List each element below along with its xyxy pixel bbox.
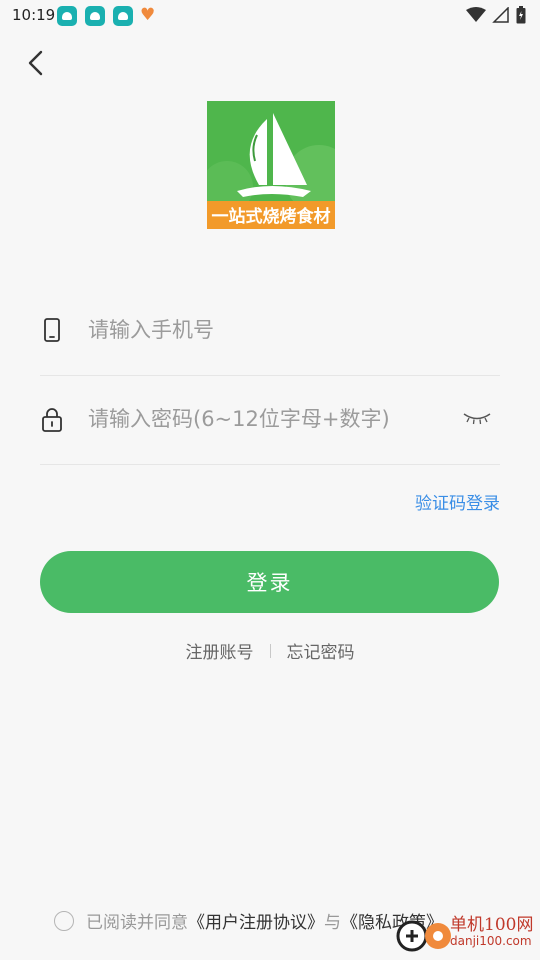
status-bar: 10:19 ♥ [0, 0, 540, 32]
wifi-icon [466, 7, 486, 22]
watermark: 单机100网 danji100.com [394, 902, 534, 958]
phone-field-row [40, 286, 500, 376]
system-status-icons [466, 6, 526, 24]
notification-app-icon [113, 6, 133, 26]
code-login-link[interactable]: 验证码登录 [415, 489, 500, 514]
eye-closed-icon[interactable] [462, 409, 492, 427]
link-divider [269, 643, 271, 658]
password-input[interactable] [88, 397, 448, 441]
phone-input[interactable] [88, 308, 448, 352]
agreement-conjunction: 与 [324, 913, 341, 933]
secondary-links: 注册账号 忘记密码 [0, 638, 540, 663]
phone-icon [44, 318, 60, 342]
agreement-row: 已阅读并同意 《用户注册协议》 与 《隐私政策》 [54, 908, 443, 933]
watermark-logo-icon [396, 920, 451, 952]
status-time: 10:19 [12, 6, 56, 24]
notification-app-icon [85, 6, 105, 26]
user-agreement-link[interactable]: 《用户注册协议》 [188, 908, 324, 933]
notification-app-icon [57, 6, 77, 26]
agreement-checkbox[interactable] [54, 910, 74, 931]
agreement-prefix: 已阅读并同意 [86, 913, 188, 933]
password-field-row [40, 375, 500, 465]
back-button[interactable] [20, 46, 54, 80]
forgot-password-link[interactable]: 忘记密码 [287, 638, 355, 663]
login-button[interactable]: 登录 [40, 551, 499, 613]
register-link[interactable]: 注册账号 [186, 638, 254, 663]
signal-icon [492, 7, 509, 23]
chevron-left-icon [28, 50, 43, 76]
watermark-site-url: danji100.com [450, 934, 532, 948]
heart-notification-icon: ♥ [140, 5, 156, 25]
login-screen: 10:19 ♥ 一站式烧烤食材 请输入手机号 验证码登录 登录 注册账号 忘记密… [0, 0, 540, 960]
watermark-site-name: 单机100网 [450, 915, 534, 935]
battery-icon [516, 6, 526, 24]
logo-brand-text: 一站式烧烤食材 [211, 207, 331, 227]
lock-icon [42, 408, 62, 432]
app-logo: 一站式烧烤食材 [207, 101, 335, 229]
